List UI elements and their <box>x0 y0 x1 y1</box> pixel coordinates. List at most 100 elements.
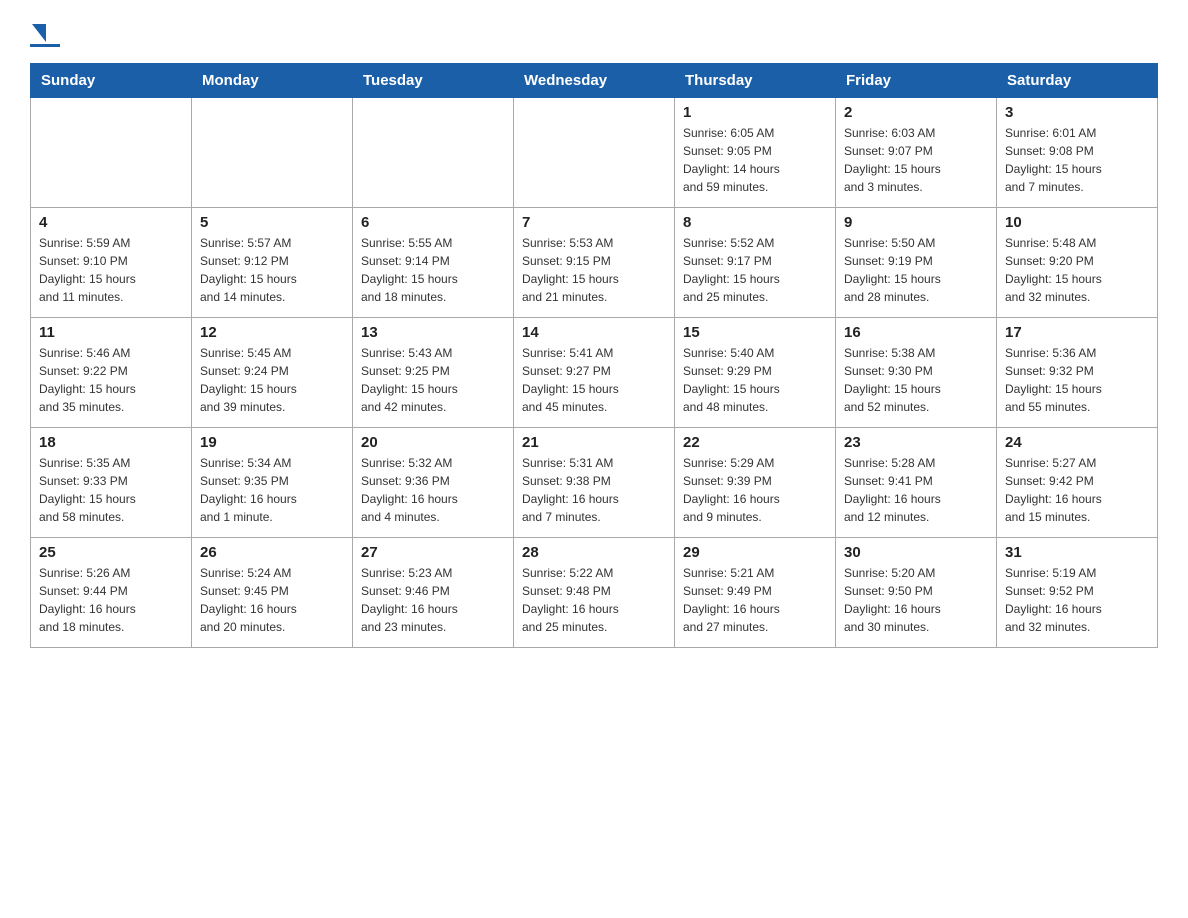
day-number: 12 <box>200 324 344 341</box>
day-number: 2 <box>844 104 988 121</box>
calendar-cell: 2 Sunrise: 6:03 AM Sunset: 9:07 PM Daylig… <box>836 98 997 208</box>
calendar-cell: 6 Sunrise: 5:55 AM Sunset: 9:14 PM Daylig… <box>353 208 514 318</box>
day-number: 13 <box>361 324 505 341</box>
day-info: Sunrise: 5:55 AM Sunset: 9:14 PM Dayligh… <box>361 234 505 306</box>
weekday-header-saturday: Saturday <box>997 64 1158 98</box>
day-info: Sunrise: 5:35 AM Sunset: 9:33 PM Dayligh… <box>39 454 183 526</box>
day-info: Sunrise: 5:31 AM Sunset: 9:38 PM Dayligh… <box>522 454 666 526</box>
day-number: 1 <box>683 104 827 121</box>
day-info: Sunrise: 5:41 AM Sunset: 9:27 PM Dayligh… <box>522 344 666 416</box>
calendar-cell: 14 Sunrise: 5:41 AM Sunset: 9:27 PM Dayli… <box>514 318 675 428</box>
day-number: 17 <box>1005 324 1149 341</box>
day-number: 10 <box>1005 214 1149 231</box>
day-number: 4 <box>39 214 183 231</box>
day-info: Sunrise: 5:38 AM Sunset: 9:30 PM Dayligh… <box>844 344 988 416</box>
weekday-header-row: SundayMondayTuesdayWednesdayThursdayFrid… <box>31 64 1158 98</box>
day-info: Sunrise: 5:32 AM Sunset: 9:36 PM Dayligh… <box>361 454 505 526</box>
calendar-cell: 10 Sunrise: 5:48 AM Sunset: 9:20 PM Dayli… <box>997 208 1158 318</box>
day-number: 6 <box>361 214 505 231</box>
logo-underline <box>30 44 60 47</box>
calendar-week-row: 1 Sunrise: 6:05 AM Sunset: 9:05 PM Daylig… <box>31 98 1158 208</box>
calendar-cell: 31 Sunrise: 5:19 AM Sunset: 9:52 PM Dayli… <box>997 538 1158 648</box>
day-number: 19 <box>200 434 344 451</box>
day-info: Sunrise: 5:22 AM Sunset: 9:48 PM Dayligh… <box>522 564 666 636</box>
page-header <box>30 20 1158 47</box>
calendar-cell: 11 Sunrise: 5:46 AM Sunset: 9:22 PM Dayli… <box>31 318 192 428</box>
day-number: 14 <box>522 324 666 341</box>
calendar-cell: 12 Sunrise: 5:45 AM Sunset: 9:24 PM Dayli… <box>192 318 353 428</box>
day-info: Sunrise: 5:48 AM Sunset: 9:20 PM Dayligh… <box>1005 234 1149 306</box>
calendar-week-row: 18 Sunrise: 5:35 AM Sunset: 9:33 PM Dayli… <box>31 428 1158 538</box>
day-number: 15 <box>683 324 827 341</box>
calendar-cell: 26 Sunrise: 5:24 AM Sunset: 9:45 PM Dayli… <box>192 538 353 648</box>
calendar-cell: 7Sunrise: 5:53 AM Sunset: 9:15 PM Daylig… <box>514 208 675 318</box>
day-info: Sunrise: 5:53 AM Sunset: 9:15 PM Dayligh… <box>522 234 666 306</box>
day-number: 26 <box>200 544 344 561</box>
day-number: 29 <box>683 544 827 561</box>
weekday-header-monday: Monday <box>192 64 353 98</box>
day-info: Sunrise: 5:23 AM Sunset: 9:46 PM Dayligh… <box>361 564 505 636</box>
calendar-cell <box>353 98 514 208</box>
calendar-cell <box>514 98 675 208</box>
calendar-cell <box>31 98 192 208</box>
day-number: 22 <box>683 434 827 451</box>
day-number: 11 <box>39 324 183 341</box>
day-number: 21 <box>522 434 666 451</box>
calendar-table: SundayMondayTuesdayWednesdayThursdayFrid… <box>30 63 1158 648</box>
weekday-header-sunday: Sunday <box>31 64 192 98</box>
calendar-cell: 29 Sunrise: 5:21 AM Sunset: 9:49 PM Dayli… <box>675 538 836 648</box>
calendar-cell: 13 Sunrise: 5:43 AM Sunset: 9:25 PM Dayli… <box>353 318 514 428</box>
day-info: Sunrise: 6:01 AM Sunset: 9:08 PM Dayligh… <box>1005 124 1149 196</box>
calendar-cell: 27 Sunrise: 5:23 AM Sunset: 9:46 PM Dayli… <box>353 538 514 648</box>
day-number: 30 <box>844 544 988 561</box>
day-info: Sunrise: 5:20 AM Sunset: 9:50 PM Dayligh… <box>844 564 988 636</box>
day-number: 28 <box>522 544 666 561</box>
calendar-week-row: 4 Sunrise: 5:59 AM Sunset: 9:10 PM Daylig… <box>31 208 1158 318</box>
calendar-cell: 30 Sunrise: 5:20 AM Sunset: 9:50 PM Dayli… <box>836 538 997 648</box>
calendar-cell: 1 Sunrise: 6:05 AM Sunset: 9:05 PM Daylig… <box>675 98 836 208</box>
calendar-cell: 20Sunrise: 5:32 AM Sunset: 9:36 PM Dayli… <box>353 428 514 538</box>
day-info: Sunrise: 6:03 AM Sunset: 9:07 PM Dayligh… <box>844 124 988 196</box>
calendar-cell: 5 Sunrise: 5:57 AM Sunset: 9:12 PM Daylig… <box>192 208 353 318</box>
calendar-cell: 3 Sunrise: 6:01 AM Sunset: 9:08 PM Daylig… <box>997 98 1158 208</box>
day-info: Sunrise: 5:27 AM Sunset: 9:42 PM Dayligh… <box>1005 454 1149 526</box>
day-info: Sunrise: 5:28 AM Sunset: 9:41 PM Dayligh… <box>844 454 988 526</box>
day-number: 3 <box>1005 104 1149 121</box>
calendar-cell: 21 Sunrise: 5:31 AM Sunset: 9:38 PM Dayli… <box>514 428 675 538</box>
calendar-cell: 8Sunrise: 5:52 AM Sunset: 9:17 PM Daylig… <box>675 208 836 318</box>
calendar-cell: 24Sunrise: 5:27 AM Sunset: 9:42 PM Dayli… <box>997 428 1158 538</box>
day-info: Sunrise: 5:43 AM Sunset: 9:25 PM Dayligh… <box>361 344 505 416</box>
day-info: Sunrise: 5:57 AM Sunset: 9:12 PM Dayligh… <box>200 234 344 306</box>
day-info: Sunrise: 5:45 AM Sunset: 9:24 PM Dayligh… <box>200 344 344 416</box>
logo <box>30 20 60 47</box>
calendar-cell: 9Sunrise: 5:50 AM Sunset: 9:19 PM Daylig… <box>836 208 997 318</box>
day-number: 5 <box>200 214 344 231</box>
day-info: Sunrise: 5:24 AM Sunset: 9:45 PM Dayligh… <box>200 564 344 636</box>
day-number: 25 <box>39 544 183 561</box>
day-number: 16 <box>844 324 988 341</box>
calendar-cell: 18 Sunrise: 5:35 AM Sunset: 9:33 PM Dayli… <box>31 428 192 538</box>
calendar-cell <box>192 98 353 208</box>
weekday-header-friday: Friday <box>836 64 997 98</box>
day-info: Sunrise: 5:50 AM Sunset: 9:19 PM Dayligh… <box>844 234 988 306</box>
calendar-cell: 15 Sunrise: 5:40 AM Sunset: 9:29 PM Dayli… <box>675 318 836 428</box>
calendar-cell: 22 Sunrise: 5:29 AM Sunset: 9:39 PM Dayli… <box>675 428 836 538</box>
day-info: Sunrise: 6:05 AM Sunset: 9:05 PM Dayligh… <box>683 124 827 196</box>
logo-arrow-icon <box>32 24 46 42</box>
day-number: 31 <box>1005 544 1149 561</box>
day-number: 27 <box>361 544 505 561</box>
day-number: 18 <box>39 434 183 451</box>
calendar-week-row: 25 Sunrise: 5:26 AM Sunset: 9:44 PM Dayli… <box>31 538 1158 648</box>
day-info: Sunrise: 5:59 AM Sunset: 9:10 PM Dayligh… <box>39 234 183 306</box>
day-info: Sunrise: 5:46 AM Sunset: 9:22 PM Dayligh… <box>39 344 183 416</box>
weekday-header-wednesday: Wednesday <box>514 64 675 98</box>
day-info: Sunrise: 5:34 AM Sunset: 9:35 PM Dayligh… <box>200 454 344 526</box>
day-info: Sunrise: 5:21 AM Sunset: 9:49 PM Dayligh… <box>683 564 827 636</box>
calendar-cell: 16 Sunrise: 5:38 AM Sunset: 9:30 PM Dayli… <box>836 318 997 428</box>
day-info: Sunrise: 5:52 AM Sunset: 9:17 PM Dayligh… <box>683 234 827 306</box>
day-info: Sunrise: 5:29 AM Sunset: 9:39 PM Dayligh… <box>683 454 827 526</box>
day-info: Sunrise: 5:19 AM Sunset: 9:52 PM Dayligh… <box>1005 564 1149 636</box>
day-info: Sunrise: 5:26 AM Sunset: 9:44 PM Dayligh… <box>39 564 183 636</box>
calendar-cell: 4 Sunrise: 5:59 AM Sunset: 9:10 PM Daylig… <box>31 208 192 318</box>
day-info: Sunrise: 5:40 AM Sunset: 9:29 PM Dayligh… <box>683 344 827 416</box>
